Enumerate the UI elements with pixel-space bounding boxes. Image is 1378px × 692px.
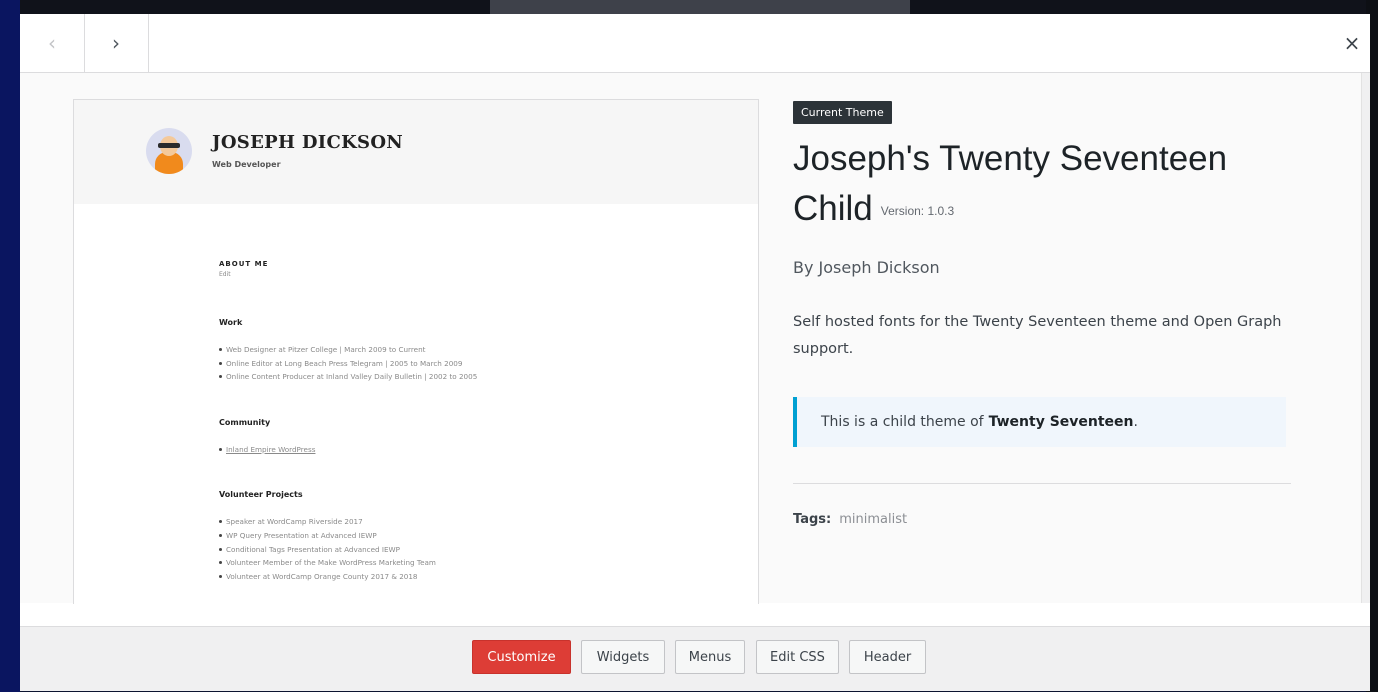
avatar [146, 128, 192, 174]
parent-theme-name: Twenty Seventeen [988, 413, 1134, 430]
widgets-button[interactable]: Widgets [581, 640, 665, 674]
preview-site-header: JOSEPH DICKSON Web Developer [74, 100, 758, 204]
preview-edit-link: Edit [219, 271, 231, 278]
customize-button[interactable]: Customize [472, 640, 571, 674]
list-item: Conditional Tags Presentation at Advance… [219, 543, 639, 557]
background-top [0, 0, 1378, 14]
background-left [0, 0, 20, 692]
list-item: Online Content Producer at Inland Valley… [219, 370, 639, 384]
list-item: Speaker at WordCamp Riverside 2017 [219, 515, 639, 529]
preview-work-list: Web Designer at Pitzer College | March 2… [219, 343, 639, 384]
close-icon: × [1343, 31, 1361, 55]
theme-description: Self hosted fonts for the Twenty Sevente… [793, 313, 1282, 357]
background-blur [490, 0, 910, 14]
theme-title: Joseph's Twenty Seventeen Child [793, 139, 1228, 228]
previous-theme-button[interactable]: ‹ [20, 14, 85, 72]
notice-period: . [1133, 413, 1138, 430]
preview-volunteer-heading: Volunteer Projects [219, 490, 303, 500]
theme-about: JOSEPH DICKSON Web Developer ABOUT ME Ed… [20, 73, 1362, 604]
theme-screenshot: JOSEPH DICKSON Web Developer ABOUT ME Ed… [73, 99, 759, 604]
chevron-left-icon: ‹ [48, 31, 56, 55]
close-button[interactable]: × [1334, 14, 1370, 72]
preview-site-name: JOSEPH DICKSON [212, 132, 404, 153]
preview-body: ABOUT ME Edit Work Web Designer at Pitze… [219, 260, 639, 583]
parent-theme-notice: This is a child theme of Twenty Seventeen… [793, 396, 1286, 447]
header-button[interactable]: Header [849, 640, 926, 674]
preview-community-list: Inland Empire WordPress [219, 443, 639, 457]
list-item: Volunteer at WordCamp Orange County 2017… [219, 570, 639, 584]
theme-version: Version: 1.0.3 [880, 203, 955, 218]
preview-community-heading: Community [219, 417, 271, 427]
list-item: Inland Empire WordPress [219, 443, 639, 457]
list-item: Online Editor at Long Beach Press Telegr… [219, 357, 639, 371]
chevron-right-icon: › [112, 31, 120, 55]
list-item: Web Designer at Pitzer College | March 2… [219, 343, 639, 357]
preview-volunteer-list: Speaker at WordCamp Riverside 2017 WP Qu… [219, 515, 639, 583]
list-item: Volunteer Member of the Make WordPress M… [219, 556, 639, 570]
theme-actions: Customize Widgets Menus Edit CSS Header [20, 626, 1370, 691]
notice-text: This is a child theme of [821, 413, 984, 430]
scrollbar[interactable] [1361, 73, 1370, 603]
theme-tags: Tags: minimalist [793, 512, 1293, 527]
theme-name: Joseph's Twenty Seventeen Child Version: … [793, 134, 1283, 236]
theme-info: Current Theme Joseph's Twenty Seventeen … [793, 101, 1293, 527]
tag-value: minimalist [839, 511, 908, 527]
current-theme-badge: Current Theme [793, 101, 892, 124]
preview-about-heading: ABOUT ME [219, 260, 269, 268]
menus-button[interactable]: Menus [675, 640, 745, 674]
theme-author: By Joseph Dickson [793, 257, 940, 277]
preview-site-role: Web Developer [212, 160, 281, 169]
next-theme-button[interactable]: › [84, 14, 149, 72]
modal-header: ‹ › × [20, 14, 1370, 73]
theme-details-modal: ‹ › × JOSEPH DICKSON Web Developer ABOUT… [20, 14, 1370, 691]
edit-css-button[interactable]: Edit CSS [756, 640, 839, 674]
divider [793, 482, 1291, 484]
tags-label: Tags: [793, 511, 832, 527]
list-item: WP Query Presentation at Advanced IEWP [219, 529, 639, 543]
preview-work-heading: Work [219, 318, 243, 327]
